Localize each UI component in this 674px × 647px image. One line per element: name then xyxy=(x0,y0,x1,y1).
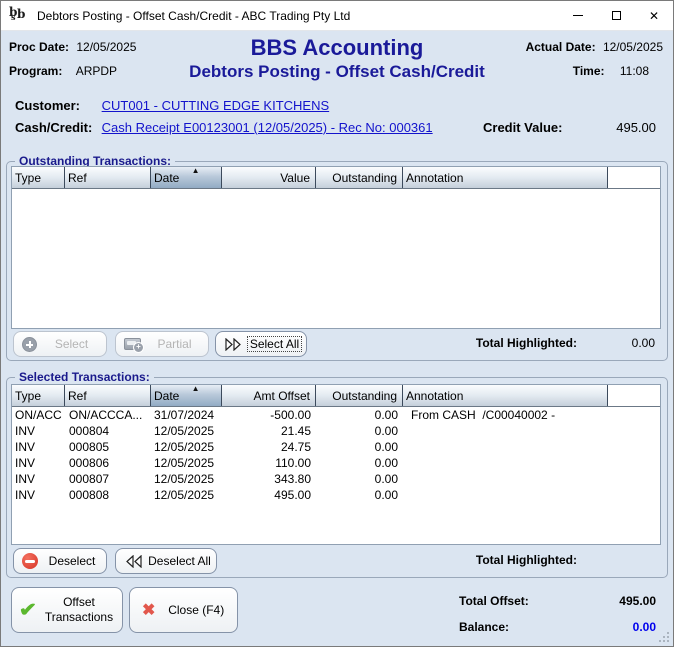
table-row[interactable]: INV 000807 12/05/2025 343.80 0.00 xyxy=(12,471,660,487)
column-header-ref[interactable]: Ref xyxy=(65,167,151,188)
cash-credit-label: Cash/Credit: xyxy=(15,120,93,135)
column-header-type[interactable]: Type xyxy=(12,385,65,406)
window-title: Debtors Posting - Offset Cash/Credit - A… xyxy=(37,8,351,23)
balance-label: Balance: xyxy=(459,620,510,634)
actual-date-row: Actual Date: 12/05/2025 xyxy=(526,40,663,54)
table-row[interactable]: INV 000806 12/05/2025 110.00 0.00 xyxy=(12,455,660,471)
column-header-outstanding[interactable]: Outstanding xyxy=(316,385,403,406)
close-icon: ✕ xyxy=(648,8,660,23)
column-header-outstanding[interactable]: Outstanding xyxy=(316,167,403,188)
outstanding-total-row: Total Highlighted: 0.00 xyxy=(476,336,655,350)
partial-calculator-icon xyxy=(124,338,144,353)
maximize-icon xyxy=(611,11,621,20)
select-all-button[interactable]: Select All xyxy=(215,331,307,357)
sort-asc-icon: ▲ xyxy=(191,384,200,393)
selected-total-row: Total Highlighted: xyxy=(476,553,655,567)
minimize-icon xyxy=(573,15,583,16)
selected-table: Type Ref Date ▲ Amt Offset Outstanding An… xyxy=(11,384,661,545)
outstanding-table: Type Ref Date ▲ Value Outstanding Annotat… xyxy=(11,166,661,329)
customer-label: Customer: xyxy=(15,98,81,113)
selected-table-body: ON/ACC ON/ACCCA... 31/07/2024 -500.00 0.… xyxy=(12,407,660,503)
column-header-value[interactable]: Value xyxy=(222,167,316,188)
deselect-no-entry-icon xyxy=(22,553,38,569)
actual-date-label: Actual Date: xyxy=(525,40,596,54)
outstanding-transactions-group: Outstanding Transactions: Type Ref Date ▲… xyxy=(6,154,668,361)
customer-link[interactable]: CUT001 - CUTTING EDGE KITCHENS xyxy=(102,98,330,113)
select-plus-icon xyxy=(22,336,37,352)
total-highlighted-label: Total Highlighted: xyxy=(475,553,577,567)
column-header-annotation[interactable]: Annotation xyxy=(403,385,608,406)
minimize-button[interactable] xyxy=(559,1,597,30)
close-f4-button[interactable]: ✖ Close (F4) xyxy=(129,587,238,633)
app-window: b s b Debtors Posting - Offset Cash/Cred… xyxy=(0,0,674,647)
maximize-button[interactable] xyxy=(597,1,635,30)
outstanding-table-header: Type Ref Date ▲ Value Outstanding Annotat… xyxy=(12,166,660,189)
close-button[interactable]: ✕ xyxy=(635,1,673,30)
credit-value-label: Credit Value: xyxy=(483,120,563,135)
cash-credit-row: Cash/Credit: Cash Receipt E00123001 (12/… xyxy=(15,120,433,135)
actual-date-value: 12/05/2025 xyxy=(602,40,663,54)
selected-group-title: Selected Transactions: xyxy=(15,370,154,384)
column-header-ref[interactable]: Ref xyxy=(65,385,151,406)
time-value: 11:08 xyxy=(619,64,649,78)
column-header-filler xyxy=(608,167,660,188)
deselect-all-button[interactable]: Deselect All xyxy=(115,548,217,574)
selected-table-header: Type Ref Date ▲ Amt Offset Outstanding An… xyxy=(12,384,660,407)
total-highlighted-value: 0.00 xyxy=(631,336,655,350)
double-chevron-left-icon xyxy=(124,554,143,568)
x-icon: ✖ xyxy=(142,602,156,619)
credit-value: 495.00 xyxy=(616,120,656,135)
table-row[interactable]: INV 000808 12/05/2025 495.00 0.00 xyxy=(12,487,660,503)
cash-credit-link[interactable]: Cash Receipt E00123001 (12/05/2025) - Re… xyxy=(102,120,433,135)
column-header-type[interactable]: Type xyxy=(12,167,65,188)
title-bar[interactable]: b s b Debtors Posting - Offset Cash/Cred… xyxy=(1,1,673,31)
total-highlighted-label: Total Highlighted: xyxy=(475,336,577,350)
table-row[interactable]: INV 000805 12/05/2025 24.75 0.00 xyxy=(12,439,660,455)
table-row[interactable]: INV 000804 12/05/2025 21.45 0.00 xyxy=(12,423,660,439)
deselect-button[interactable]: Deselect xyxy=(13,548,107,574)
check-icon: ✔ xyxy=(18,599,38,621)
time-row: Time: 11:08 xyxy=(573,64,649,78)
column-header-amt-offset[interactable]: Amt Offset xyxy=(222,385,316,406)
total-offset-value: 495.00 xyxy=(619,594,656,608)
balance-value: 0.00 xyxy=(632,620,656,634)
customer-row: Customer: CUT001 - CUTTING EDGE KITCHENS xyxy=(15,98,329,113)
sort-asc-icon: ▲ xyxy=(191,166,200,175)
column-header-date[interactable]: Date ▲ xyxy=(151,384,222,406)
column-header-annotation[interactable]: Annotation xyxy=(403,167,608,188)
time-label: Time: xyxy=(572,64,605,78)
offset-transactions-button[interactable]: ✔ Offset Transactions xyxy=(11,587,123,633)
column-header-date[interactable]: Date ▲ xyxy=(151,166,222,188)
app-logo-icon: b s b xyxy=(9,4,26,22)
select-button[interactable]: Select xyxy=(13,331,107,357)
selected-transactions-group: Selected Transactions: Type Ref Date ▲ Am… xyxy=(6,370,668,578)
column-header-filler xyxy=(608,385,660,406)
double-chevron-right-icon xyxy=(224,337,243,351)
table-row[interactable]: ON/ACC ON/ACCCA... 31/07/2024 -500.00 0.… xyxy=(12,407,660,423)
partial-button[interactable]: Partial xyxy=(115,331,209,357)
total-offset-label: Total Offset: xyxy=(459,594,529,608)
resize-grip[interactable] xyxy=(657,630,669,642)
